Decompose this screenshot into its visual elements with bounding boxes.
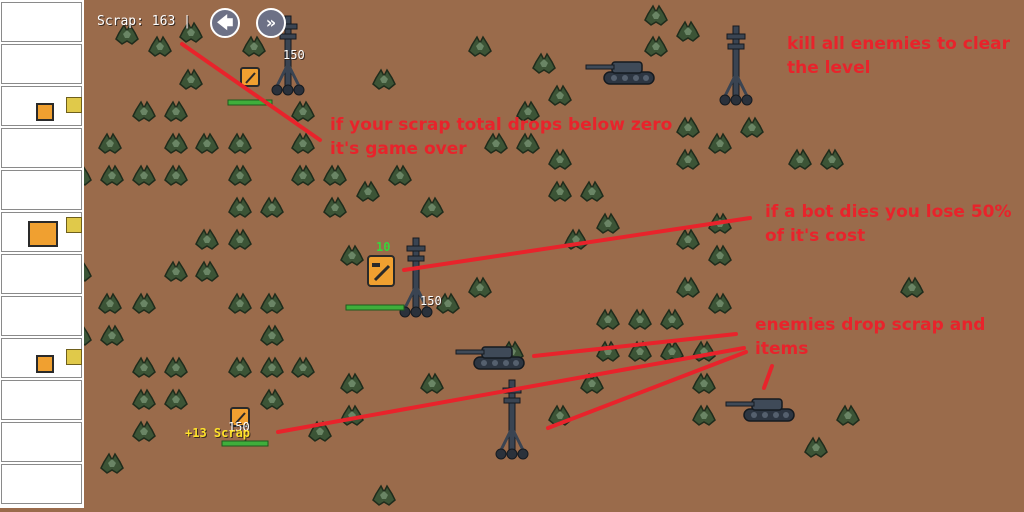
note-clear-level: kill all enemies to clear the level xyxy=(787,34,1011,78)
fast-forward-button[interactable]: » xyxy=(256,8,286,38)
note-bot-dies: if a bot dies you lose 50% of it's cost xyxy=(765,202,1012,246)
enemy-tank[interactable] xyxy=(725,398,795,422)
inventory-slot[interactable] xyxy=(1,422,82,462)
health-bar xyxy=(221,440,269,447)
enemy-tank[interactable] xyxy=(585,61,655,85)
inventory-slot[interactable] xyxy=(1,464,82,504)
bot-inventory xyxy=(0,0,84,508)
inventory-slot[interactable] xyxy=(1,44,82,84)
inventory-slot[interactable] xyxy=(1,338,82,378)
tower-health-label: 150 xyxy=(283,48,305,62)
note-enemy-drops: enemies drop scrap and items xyxy=(755,315,986,359)
inventory-slot[interactable] xyxy=(1,128,82,168)
inventory-slot[interactable] xyxy=(1,170,82,210)
wrench-icon xyxy=(66,349,82,365)
inventory-slot[interactable] xyxy=(1,380,82,420)
wrench-icon xyxy=(66,217,82,233)
inventory-slot[interactable] xyxy=(1,2,82,42)
small-bot-icon xyxy=(36,355,54,373)
inventory-slot[interactable] xyxy=(1,86,82,126)
enemy-tower[interactable] xyxy=(718,24,754,107)
scrap-counter: Scrap: 163 | xyxy=(97,14,191,29)
inventory-slot[interactable] xyxy=(1,212,82,252)
tower-health-label: 150 xyxy=(420,294,442,308)
bush-cluster xyxy=(20,5,924,506)
inventory-slot[interactable] xyxy=(1,296,82,336)
wrench-icon xyxy=(66,97,82,113)
player-bot[interactable] xyxy=(366,254,396,288)
back-button[interactable]: 🡄 xyxy=(210,8,240,38)
player-bot[interactable] xyxy=(240,67,260,87)
large-bot-icon xyxy=(28,221,58,247)
inventory-slot[interactable] xyxy=(1,254,82,294)
note-game-over: if your scrap total drops below zero it'… xyxy=(330,115,673,159)
small-bot-icon xyxy=(36,103,54,121)
health-bar xyxy=(345,304,405,311)
scrap-popup: +13 Scrap xyxy=(185,426,251,440)
bot-counter-label: 10 xyxy=(376,240,391,254)
